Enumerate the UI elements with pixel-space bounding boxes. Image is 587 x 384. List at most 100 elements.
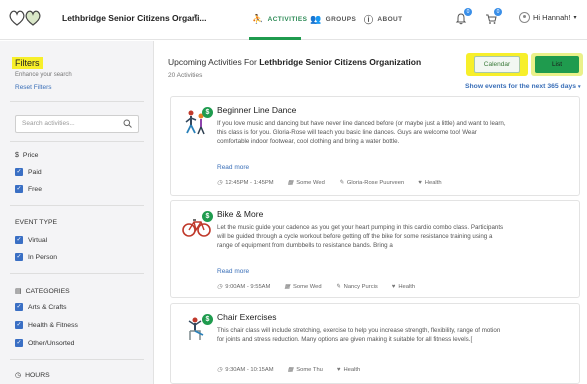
instructor-icon: ✎ xyxy=(335,284,341,290)
calendar-view-button[interactable]: Calendar xyxy=(474,56,520,73)
activity-description: This chair class will include stretching… xyxy=(217,327,501,344)
organization-name[interactable]: Lethbridge Senior Citizens Organi... xyxy=(62,13,207,23)
day-meta: ▦ Some Wed xyxy=(284,283,322,291)
day-meta: ▦ Some Wed xyxy=(287,179,325,187)
chevron-down-icon[interactable]: ▾ xyxy=(194,12,198,20)
activity-day: Some Wed xyxy=(293,283,322,290)
checkbox-other-unsorted[interactable]: ✓ Other/Unsorted xyxy=(15,339,74,347)
heartbeat-icon: ♥ xyxy=(391,283,396,290)
checkbox-virtual[interactable]: ✓ Virtual xyxy=(15,236,47,244)
checkbox-label: Free xyxy=(28,185,42,193)
read-more-link[interactable]: Read more xyxy=(217,268,249,275)
instructor-meta: ✎ Gloria-Rose Puurveen xyxy=(339,179,404,187)
hours-heading-label: HOURS xyxy=(25,371,50,379)
time-meta: ◷ 12:45PM - 1:45PM xyxy=(217,179,274,187)
divider xyxy=(10,273,144,274)
clock-icon: ◷ xyxy=(15,372,22,379)
date-range-label: Show events for the next 365 days xyxy=(465,83,577,90)
activity-title[interactable]: Chair Exercises xyxy=(217,312,277,322)
active-tab-indicator xyxy=(249,37,301,40)
line-dance-thumbnail: $ xyxy=(181,107,213,137)
filters-title: Filters xyxy=(12,57,43,69)
activity-description: If you love music and dancing but have n… xyxy=(217,120,506,146)
instructor-meta: ✎ Nancy Purcis xyxy=(335,283,378,291)
calendar-icon: ▦ xyxy=(287,367,294,373)
help-icon: ⓘ xyxy=(364,14,374,25)
checkbox-checked-icon[interactable]: ✓ xyxy=(15,236,23,244)
search-input[interactable]: Search activities... xyxy=(15,115,139,133)
activity-time: 12:45PM - 1:45PM xyxy=(225,179,274,186)
cart-button[interactable]: 0 xyxy=(482,8,502,28)
calendar-icon: ▦ xyxy=(284,284,291,290)
activity-meta: ◷ 9:00AM - 9:55AM ▦ Some Wed ✎ Nancy Purcis… xyxy=(217,283,429,291)
dollar-icon: $ xyxy=(15,152,19,159)
chevron-down-icon: ▾ xyxy=(577,84,581,90)
divider xyxy=(10,101,144,102)
day-meta: ▦ Some Thu xyxy=(287,366,323,374)
activity-card[interactable]: $ Chair Exercises This chair class will … xyxy=(170,303,580,384)
activity-meta: ◷ 9:30AM - 10:15AM ▦ Some Thu ♥ Health xyxy=(217,366,374,374)
read-more-link[interactable]: Read more xyxy=(217,164,249,171)
category-meta: ♥ Health xyxy=(418,180,441,186)
price-heading-label: Price xyxy=(22,152,39,159)
nav-groups[interactable]: 👥 GROUPS xyxy=(310,11,356,27)
nav-activities[interactable]: ⛹ ACTIVITIES xyxy=(252,11,307,27)
chair-exercise-thumbnail: $ xyxy=(181,314,213,344)
filters-subtitle: Enhance your search xyxy=(15,72,72,78)
activity-description: Let the music guide your cadence as you … xyxy=(217,224,504,250)
activity-title[interactable]: Beginner Line Dance xyxy=(217,105,296,115)
cart-count-badge: 0 xyxy=(494,8,502,16)
checkbox-free[interactable]: ✓ Free xyxy=(15,185,42,193)
reset-filters-link[interactable]: Reset Filters xyxy=(15,84,51,91)
checkbox-label: Virtual xyxy=(28,236,48,244)
event-type-section-heading: EVENT TYPE xyxy=(15,219,57,226)
checkbox-in-person[interactable]: ✓ In Person xyxy=(15,253,57,261)
checkbox-label: Health & Fitness xyxy=(28,321,78,329)
list-view-button[interactable]: List xyxy=(535,56,579,73)
search-icon[interactable] xyxy=(123,119,132,128)
date-range-dropdown[interactable]: Show events for the next 365 days ▾ xyxy=(465,83,580,90)
checkbox-paid[interactable]: ✓ Paid xyxy=(15,168,42,176)
checkbox-checked-icon[interactable]: ✓ xyxy=(15,168,23,176)
divider xyxy=(10,359,144,360)
checkbox-checked-icon[interactable]: ✓ xyxy=(15,303,23,311)
activity-category: Health xyxy=(398,283,416,290)
checkbox-label: Paid xyxy=(28,168,42,176)
page-title-prefix: Upcoming Activities For xyxy=(168,57,257,67)
checkbox-checked-icon[interactable]: ✓ xyxy=(15,321,23,329)
search-placeholder: Search activities... xyxy=(22,120,75,127)
checkbox-label: Arts & Crafts xyxy=(28,303,67,311)
nav-about-label: ABOUT xyxy=(377,15,403,23)
activity-card[interactable]: $ Beginner Line Dance If you love music … xyxy=(170,96,580,196)
organization-logo[interactable] xyxy=(8,9,42,27)
nav-activities-label: ACTIVITIES xyxy=(267,15,308,23)
calendar-icon: ▦ xyxy=(287,180,294,186)
nav-groups-label: GROUPS xyxy=(325,15,357,23)
page-title-org: Lethbridge Senior Citizens Organization xyxy=(259,57,422,67)
activity-category: Health xyxy=(424,179,442,186)
user-menu[interactable]: Hi Hannah! ▾ xyxy=(519,12,577,23)
notification-count-badge: 0 xyxy=(464,8,472,16)
checkbox-label: Other/Unsorted xyxy=(28,339,75,347)
activity-count: 20 Activities xyxy=(168,72,203,79)
price-badge: $ xyxy=(202,314,213,325)
category-meta: ♥ Health xyxy=(392,284,415,290)
avatar xyxy=(519,12,530,23)
checkbox-arts-crafts[interactable]: ✓ Arts & Crafts xyxy=(15,303,67,311)
activity-title[interactable]: Bike & More xyxy=(217,209,263,219)
activity-time: 9:30AM - 10:15AM xyxy=(225,366,274,373)
price-badge: $ xyxy=(202,107,213,118)
hours-section-heading: ◷ HOURS xyxy=(15,371,50,380)
price-section-heading: $ Price xyxy=(15,152,38,159)
category-meta: ♥ Health xyxy=(337,367,360,373)
notifications-button[interactable]: 0 xyxy=(452,8,472,28)
activity-card[interactable]: $ Bike & More Let the music guide your c… xyxy=(170,200,580,298)
checkbox-checked-icon[interactable]: ✓ xyxy=(15,339,23,347)
event-type-heading-label: EVENT TYPE xyxy=(15,219,58,226)
checkbox-checked-icon[interactable]: ✓ xyxy=(15,253,23,261)
nav-about[interactable]: ⓘ ABOUT xyxy=(364,11,403,27)
checkbox-health-fitness[interactable]: ✓ Health & Fitness xyxy=(15,321,78,329)
activity-day: Some Wed xyxy=(296,179,325,186)
bike-thumbnail: $ xyxy=(181,211,213,241)
checkbox-checked-icon[interactable]: ✓ xyxy=(15,185,23,193)
